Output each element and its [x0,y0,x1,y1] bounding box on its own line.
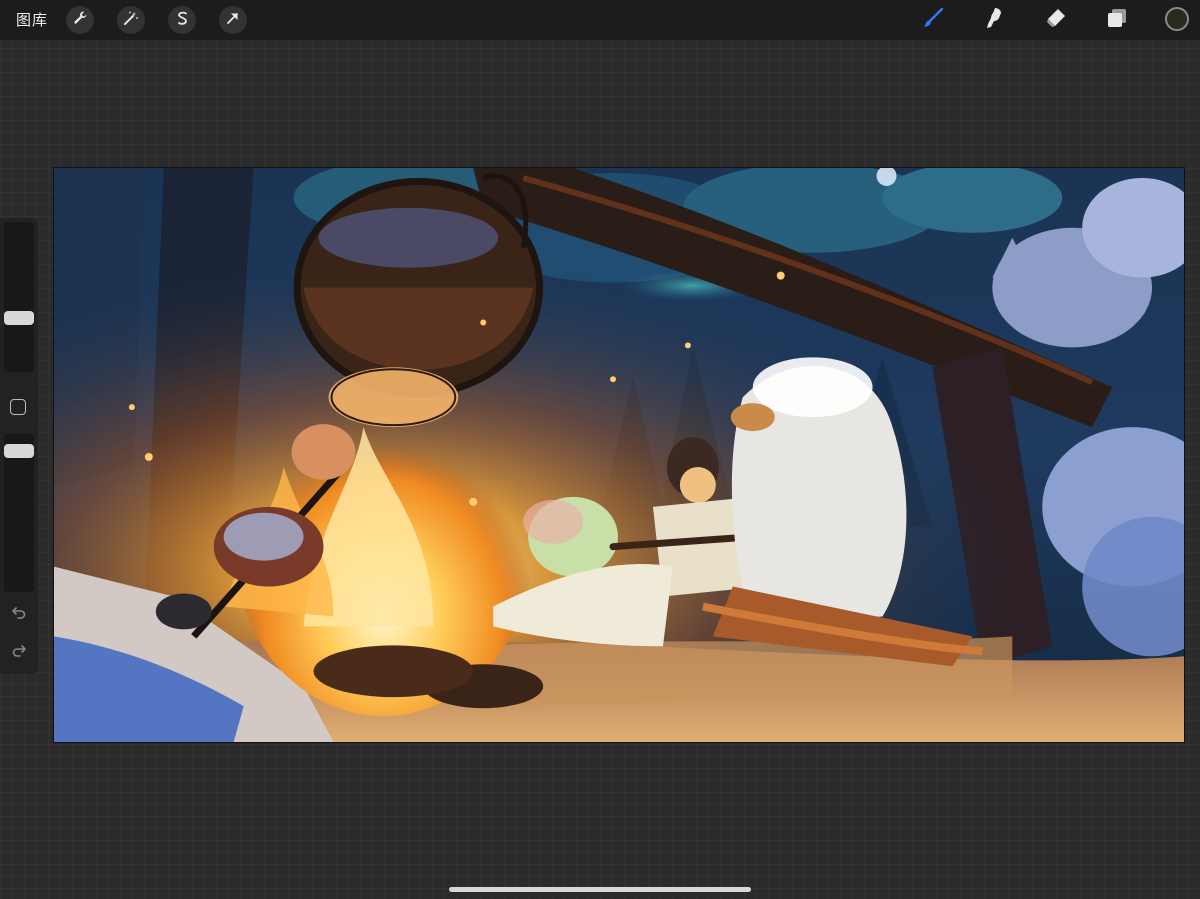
color-swatch-button[interactable] [1165,7,1189,31]
layers-icon [1105,6,1129,34]
square-modifier-icon[interactable] [10,399,26,415]
home-indicator [449,887,751,892]
brush-size-slider[interactable] [4,222,34,372]
brush-opacity-thumb[interactable] [4,444,34,458]
magic-wand-icon [123,10,139,30]
undo-icon [11,604,27,624]
arrow-cursor-icon [225,10,241,30]
campfire-painting [54,168,1184,742]
wrench-icon [72,10,88,30]
left-sidebar [0,218,38,674]
transform-button[interactable] [219,6,247,34]
smudge-icon [982,6,1006,34]
procreate-app: 图库 [0,0,1200,899]
top-toolbar: 图库 [0,0,1200,40]
brush-opacity-slider[interactable] [4,434,34,592]
brush-icon [921,6,945,34]
adjustments-button[interactable] [117,6,145,34]
actions-button[interactable] [66,6,94,34]
selection-s-icon [174,10,190,30]
redo-button[interactable] [9,642,29,662]
paint-tool-button[interactable] [919,6,947,34]
gallery-button[interactable]: 图库 [16,9,48,30]
redo-icon [11,642,27,662]
eraser-tool-button[interactable] [1042,6,1070,34]
eraser-icon [1044,6,1068,34]
drawing-canvas[interactable] [53,167,1185,743]
smudge-tool-button[interactable] [980,6,1008,34]
brush-size-thumb[interactable] [4,311,34,325]
undo-button[interactable] [9,604,29,624]
layers-button[interactable] [1103,6,1131,34]
selection-button[interactable] [168,6,196,34]
